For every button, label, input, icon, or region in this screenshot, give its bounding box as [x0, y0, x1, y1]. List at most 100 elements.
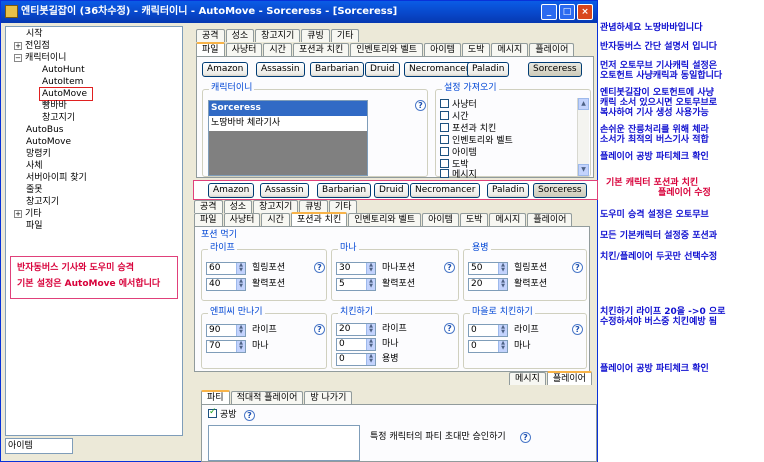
- class-button-druid[interactable]: Druid: [374, 183, 409, 198]
- import-inventory-checkbox[interactable]: 인벤토리와 벨트: [440, 135, 513, 147]
- tree-item-server-ip[interactable]: 서버아이피 찾기: [26, 173, 87, 184]
- tree-item-automove[interactable]: AutoMove: [26, 137, 71, 148]
- import-item-checkbox[interactable]: 아이템: [440, 147, 477, 159]
- help-icon[interactable]: ?: [520, 432, 531, 443]
- tab-hunting[interactable]: 사냥터: [225, 43, 263, 56]
- character-list[interactable]: Sorceress 노땅바바 체라기사: [208, 100, 368, 176]
- tab-hunting[interactable]: 사냥터: [223, 213, 261, 226]
- mana-potion-spinner[interactable]: 30 ▲ ▼: [336, 262, 376, 275]
- class-button-assassin[interactable]: Assassin: [256, 62, 305, 77]
- title-bar[interactable]: 엔티봇길잡이 (36차수정) - 캐릭터이니 - AutoMove - Sorc…: [1, 1, 597, 23]
- tree-search-input[interactable]: 아이템: [5, 438, 73, 454]
- class-button-sorceress[interactable]: Sorceress: [533, 183, 587, 198]
- tab-file[interactable]: 파일: [196, 42, 225, 56]
- character-list-item[interactable]: Sorceress: [209, 101, 367, 116]
- tree-item-character[interactable]: − 캐릭터이니: [14, 53, 66, 64]
- tab-cubing[interactable]: 큐빙: [301, 29, 330, 42]
- class-button-assassin[interactable]: Assassin: [260, 183, 309, 198]
- help-icon[interactable]: ?: [572, 262, 583, 273]
- tree-item-autobus[interactable]: AutoBus: [26, 125, 63, 136]
- close-button[interactable]: ×: [577, 4, 593, 20]
- tree-item-corpse[interactable]: 사체: [26, 161, 43, 172]
- help-icon[interactable]: ?: [314, 324, 325, 335]
- help-icon[interactable]: ?: [415, 100, 426, 111]
- tab-potion[interactable]: 포션과 치킨: [292, 43, 350, 56]
- help-icon[interactable]: ?: [314, 262, 325, 273]
- help-icon[interactable]: ?: [244, 410, 255, 421]
- attack-party-checkbox[interactable]: 공방: [208, 407, 237, 421]
- tab-player[interactable]: 플레이어: [546, 371, 592, 385]
- tree-item-bbbb[interactable]: 빵바바: [42, 101, 67, 112]
- class-button-paladin[interactable]: Paladin: [487, 183, 530, 198]
- class-button-sorceress[interactable]: Sorceress: [528, 62, 582, 77]
- tab-attack[interactable]: 공격: [196, 29, 225, 42]
- tree-item-file[interactable]: 파일: [26, 221, 43, 232]
- tree-item-entry[interactable]: + 전입점: [14, 41, 50, 52]
- tab-player[interactable]: 플레이어: [527, 213, 573, 226]
- class-button-paladin[interactable]: Paladin: [467, 62, 510, 77]
- tab-leave-room[interactable]: 방 나가기: [304, 391, 353, 404]
- tab-message[interactable]: 메시지: [491, 43, 529, 56]
- tab-inventory[interactable]: 인벤토리와 벨트: [350, 43, 424, 56]
- town-life-spinner[interactable]: 0 ▲ ▼: [468, 324, 508, 337]
- life-rejuv-spinner[interactable]: 40 ▲ ▼: [206, 278, 246, 291]
- help-icon[interactable]: ?: [572, 324, 583, 335]
- class-button-barbarian[interactable]: Barbarian: [310, 62, 365, 77]
- class-button-amazon[interactable]: Amazon: [208, 183, 255, 198]
- chicken-mana-label: 마나: [382, 339, 399, 349]
- tab-player[interactable]: 플레이어: [529, 43, 575, 56]
- tab-file[interactable]: 파일: [194, 213, 223, 226]
- tab-message[interactable]: 메시지: [509, 372, 546, 385]
- chicken-merc-spinner[interactable]: 0 ▲ ▼: [336, 353, 376, 366]
- import-time-checkbox[interactable]: 시간: [440, 111, 469, 123]
- tab-party[interactable]: 파티: [201, 390, 230, 404]
- tab-hostile-player[interactable]: 적대적 플레이어: [230, 391, 304, 404]
- tab-inventory[interactable]: 인벤토리와 벨트: [348, 213, 422, 226]
- help-icon[interactable]: ?: [444, 323, 455, 334]
- chicken-mana-spinner[interactable]: 0 ▲ ▼: [336, 338, 376, 351]
- character-list-item[interactable]: 노땅바바 체라기사: [209, 116, 367, 131]
- tree-item-start[interactable]: 시작: [26, 29, 43, 40]
- tab-item[interactable]: 아이템: [424, 43, 461, 56]
- tree-item-stash[interactable]: 창고지기: [42, 113, 75, 124]
- mana-rejuv-spinner[interactable]: 5 ▲ ▼: [336, 278, 376, 291]
- class-button-druid[interactable]: Druid: [365, 62, 400, 77]
- party-names-input[interactable]: [208, 425, 360, 461]
- maximize-button[interactable]: □: [559, 4, 575, 20]
- tree-item-autohunt[interactable]: AutoHunt: [42, 65, 85, 76]
- tree-item-stash-keeper[interactable]: 창고지기: [26, 197, 59, 208]
- tab-potion[interactable]: 포션과 치킨: [290, 212, 348, 226]
- expand-icon[interactable]: +: [14, 41, 22, 50]
- tab-stash[interactable]: 창고지기: [255, 29, 301, 42]
- tab-message[interactable]: 메시지: [489, 213, 527, 226]
- tab-etc[interactable]: 기타: [330, 29, 360, 42]
- chicken-life-spinner[interactable]: 20 ▲ ▼: [336, 323, 376, 336]
- npc-mana-spinner[interactable]: 70 ▲ ▼: [206, 340, 246, 353]
- help-icon[interactable]: ?: [444, 262, 455, 273]
- minimize-button[interactable]: _: [541, 4, 557, 20]
- navigation-tree[interactable]: 시작 + 전입점 − 캐릭터이니 AutoHunt AutoItem AutoMov…: [5, 26, 183, 436]
- class-button-amazon[interactable]: Amazon: [202, 62, 249, 77]
- merc-rejuv-spinner[interactable]: 20 ▲ ▼: [468, 278, 508, 291]
- merc-heal-spinner[interactable]: 50 ▲ ▼: [468, 262, 508, 275]
- import-potion-checkbox[interactable]: 포션과 치킨: [440, 123, 496, 135]
- import-hunting-checkbox[interactable]: 사냥터: [440, 99, 477, 111]
- tab-shrine[interactable]: 성소: [225, 29, 255, 42]
- tab-item[interactable]: 아이템: [422, 213, 459, 226]
- tab-time[interactable]: 시간: [263, 43, 292, 56]
- tab-time[interactable]: 시간: [261, 213, 290, 226]
- expand-icon[interactable]: +: [14, 209, 22, 218]
- class-button-necromancer[interactable]: Necromancer: [410, 183, 481, 198]
- collapse-icon[interactable]: −: [14, 53, 22, 62]
- tree-item-etc[interactable]: + 기타: [14, 209, 42, 220]
- class-button-barbarian[interactable]: Barbarian: [317, 183, 372, 198]
- import-scrollbar[interactable]: ▲ ▼: [577, 98, 589, 176]
- tab-gamble[interactable]: 도박: [459, 213, 489, 226]
- tree-item-ghostkey[interactable]: 망령키: [26, 149, 51, 160]
- life-heal-spinner[interactable]: 60 ▲ ▼: [206, 262, 246, 275]
- npc-life-spinner[interactable]: 90 ▲ ▼: [206, 324, 246, 337]
- class-button-necromancer[interactable]: Necromancer: [404, 62, 475, 77]
- tab-gamble[interactable]: 도박: [461, 43, 491, 56]
- tree-item-line[interactable]: 줄못: [26, 185, 43, 196]
- town-mana-spinner[interactable]: 0 ▲ ▼: [468, 340, 508, 353]
